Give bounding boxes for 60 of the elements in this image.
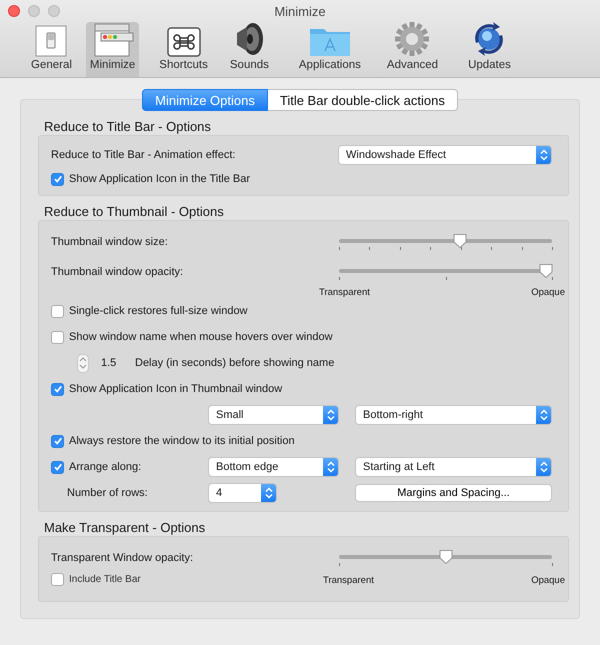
- field-label: Thumbnail window size:: [51, 236, 169, 248]
- delay-value: 1.5: [101, 357, 118, 369]
- checkbox-label: Single-click restores full-size window: [69, 305, 248, 317]
- popup-button[interactable]: Small: [208, 405, 339, 425]
- section-title: Reduce to Title Bar - Options: [44, 119, 212, 134]
- checkbox[interactable]: [51, 304, 64, 318]
- toolbar-tab[interactable]: Applications: [294, 22, 365, 77]
- field-label: Thumbnail window opacity:: [51, 266, 184, 278]
- slider-max-label: Opaque: [531, 575, 565, 586]
- minimize-button[interactable]: [28, 5, 40, 17]
- checkbox[interactable]: [51, 330, 64, 344]
- checkbox[interactable]: [51, 434, 64, 448]
- gear-icon: [394, 21, 430, 57]
- section-title: Make Transparent - Options: [44, 520, 206, 535]
- checkbox-label: Show Application Icon in Thumbnail window: [69, 383, 282, 395]
- slider-max-label: Opaque: [531, 287, 565, 298]
- popup-arrows-icon: [323, 406, 338, 424]
- slider-thumb[interactable]: [452, 233, 468, 249]
- delay-label: Delay (in seconds) before showing name: [135, 357, 334, 369]
- popup-arrows-icon: [323, 458, 338, 476]
- popup-arrows-icon: [536, 458, 551, 476]
- checkbox-label: Show Application Icon in the Title Bar: [69, 173, 250, 185]
- checkbox[interactable]: [51, 460, 64, 474]
- toolbar-tab[interactable]: Advanced: [382, 22, 442, 77]
- popup-arrows-icon: [536, 406, 551, 424]
- popup-button[interactable]: Bottom-right: [355, 405, 552, 425]
- checkbox-label: Show window name when mouse hovers over window: [69, 331, 333, 343]
- stepper[interactable]: [77, 354, 89, 372]
- slider-thumb[interactable]: [438, 549, 454, 565]
- toolbar-tab[interactable]: Sounds: [226, 22, 273, 77]
- margins-button[interactable]: Margins and Spacing...: [355, 484, 552, 502]
- checkbox[interactable]: [51, 172, 64, 186]
- checkbox-label: Arrange along:: [69, 461, 142, 473]
- field-label: Number of rows:: [66, 487, 148, 499]
- window-title: Minimize: [274, 4, 326, 18]
- checkbox[interactable]: [51, 573, 64, 586]
- slider-thumb[interactable]: [538, 263, 554, 279]
- field-label: Reduce to Title Bar - Animation effect:: [51, 149, 236, 161]
- section-title: Reduce to Thumbnail - Options: [44, 204, 225, 219]
- checkbox-label: Include Title Bar: [69, 574, 141, 585]
- toolbar-tab[interactable]: Updates: [464, 22, 515, 77]
- popup-arrows-icon: [536, 146, 551, 164]
- close-button[interactable]: [8, 5, 20, 17]
- popup-button[interactable]: 4: [208, 483, 277, 503]
- slider-min-label: Transparent: [323, 575, 374, 586]
- checkbox-label: Always restore the window to its initial position: [69, 435, 295, 447]
- popup-button[interactable]: Starting at Left: [355, 457, 552, 477]
- popup-button[interactable]: Bottom edge: [208, 457, 339, 477]
- command-key-icon: [166, 27, 201, 57]
- field-label: Transparent Window opacity:: [51, 552, 194, 564]
- toolbar-tab[interactable]: Minimize: [86, 22, 140, 77]
- popup-button[interactable]: Windowshade Effect: [338, 145, 552, 165]
- toolbar-tab[interactable]: General: [27, 22, 76, 77]
- segment-tab[interactable]: Title Bar double-click actions: [268, 89, 458, 111]
- zoom-button[interactable]: [48, 5, 60, 17]
- toolbar-tab[interactable]: Shortcuts: [155, 22, 212, 77]
- checkbox[interactable]: [51, 382, 64, 396]
- switch-icon: [34, 25, 68, 57]
- slider-min-label: Transparent: [319, 287, 370, 298]
- popup-arrows-icon: [261, 484, 276, 502]
